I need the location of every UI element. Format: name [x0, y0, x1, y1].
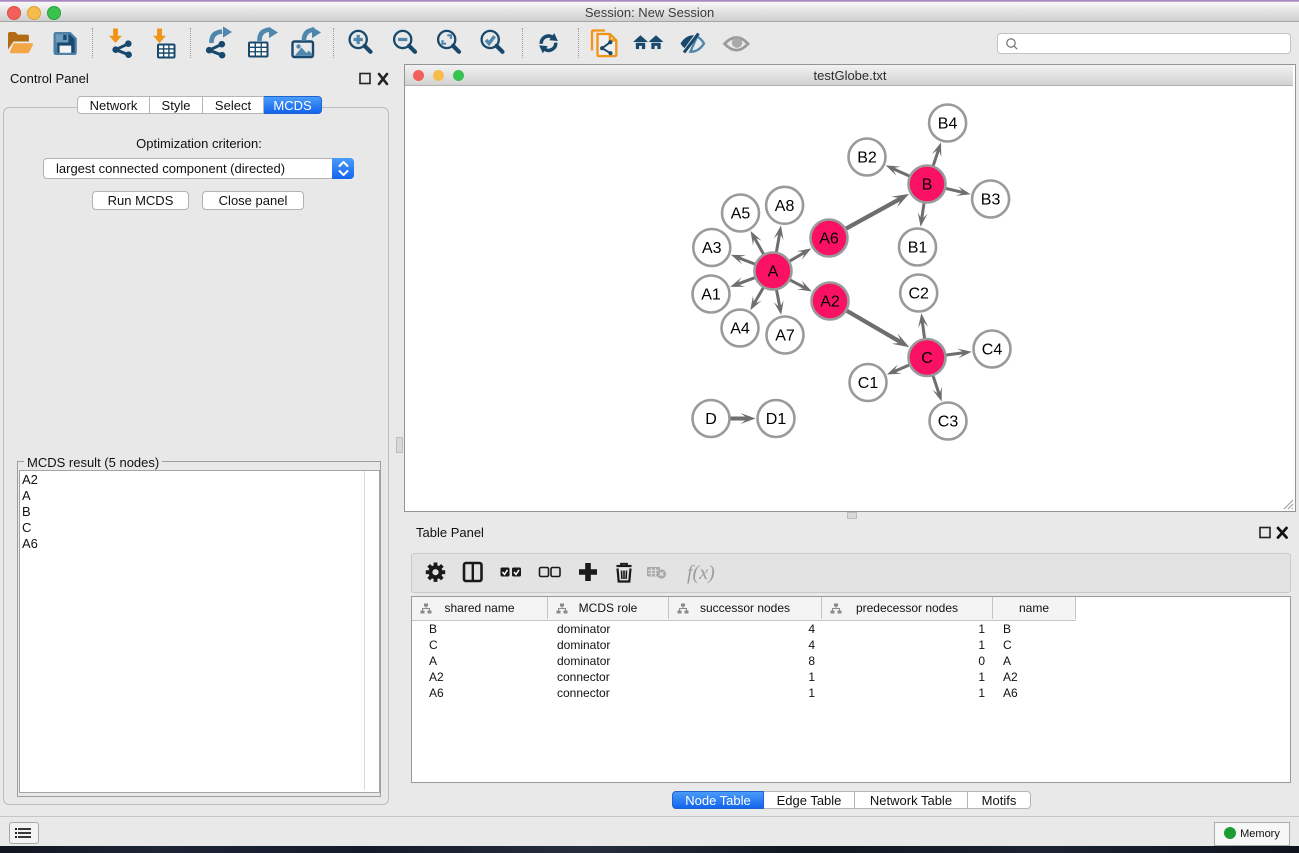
- svg-text:C3: C3: [938, 414, 959, 431]
- svg-text:A7: A7: [775, 328, 795, 345]
- svg-text:B2: B2: [857, 150, 877, 167]
- svg-text:B3: B3: [981, 192, 1001, 209]
- svg-text:D1: D1: [766, 411, 787, 428]
- svg-text:A8: A8: [775, 198, 795, 215]
- svg-text:B: B: [922, 177, 933, 194]
- svg-text:C: C: [921, 350, 933, 367]
- svg-text:C1: C1: [858, 375, 879, 392]
- svg-text:A5: A5: [731, 206, 751, 223]
- svg-text:B1: B1: [908, 240, 928, 257]
- svg-text:D: D: [705, 411, 717, 428]
- svg-text:A2: A2: [820, 294, 840, 311]
- svg-text:A: A: [768, 264, 779, 281]
- svg-text:A3: A3: [702, 240, 722, 257]
- svg-text:A6: A6: [819, 231, 839, 248]
- svg-text:C4: C4: [982, 342, 1003, 359]
- svg-text:A4: A4: [730, 321, 750, 338]
- svg-text:f(x): f(x): [687, 562, 715, 584]
- svg-text:A1: A1: [701, 287, 721, 304]
- svg-text:B4: B4: [938, 116, 958, 133]
- svg-text:C2: C2: [908, 286, 929, 303]
